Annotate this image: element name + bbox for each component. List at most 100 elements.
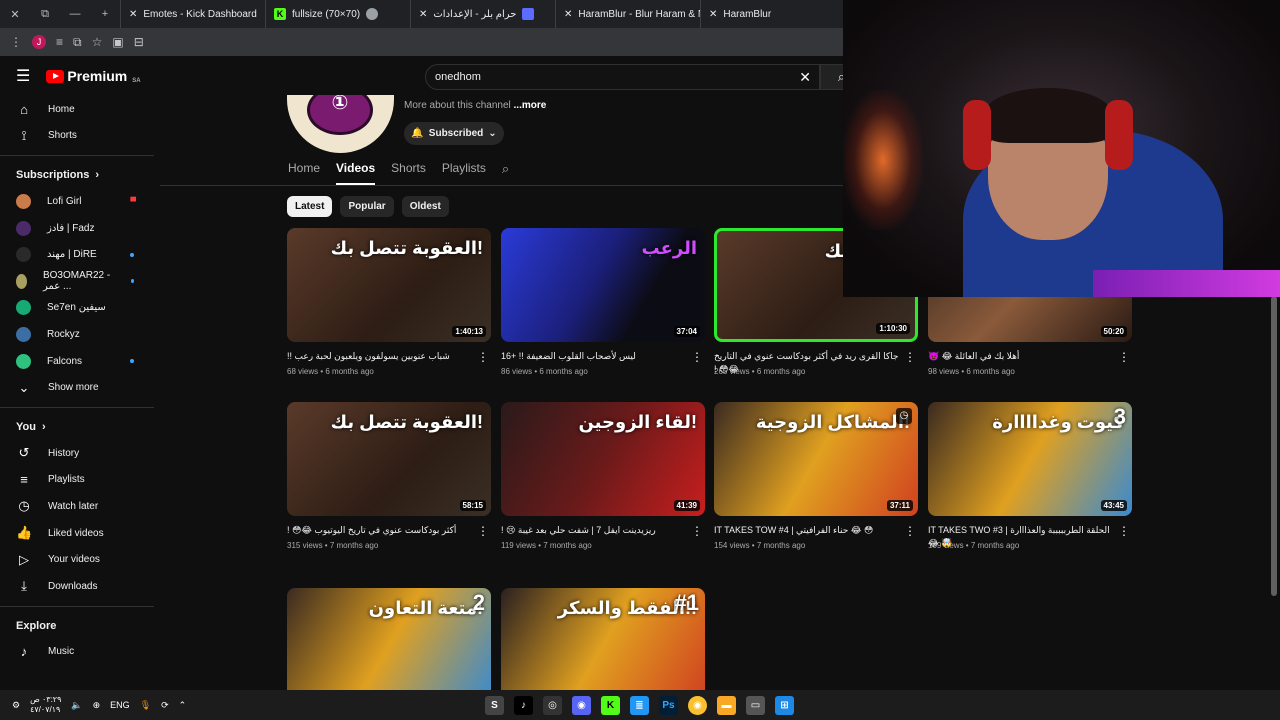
sidebar-item-history[interactable]: ↺ History <box>0 440 160 467</box>
sidebar-item-your-videos[interactable]: ▷ Your videos <box>0 546 160 573</box>
language-indicator[interactable]: ENG <box>110 700 130 710</box>
more-actions-icon[interactable]: ⋮ <box>904 524 916 538</box>
video-card[interactable]: لقاء الزوجين! 41:39 ريزيدينت ايفل 7 | شفت … <box>501 402 705 550</box>
more-actions-icon[interactable]: ⋮ <box>477 350 489 364</box>
video-card[interactable]: المشاكل الزوجية! 37:11 ◷ IT TAKES TOW #4 | … <box>714 402 918 550</box>
app-s-icon[interactable]: S <box>485 695 504 715</box>
tab-search-icon[interactable]: ⧉ <box>30 8 60 21</box>
more-actions-icon[interactable]: ⋮ <box>477 524 489 538</box>
sidebar-item-subscription[interactable]: فادز | Fadz <box>0 215 160 242</box>
sidebar-item-subscription[interactable]: BO3OMAR22 - عمر ... <box>0 268 160 295</box>
video-title[interactable]: شباب عنوبين يسولفون ويلعبون لحبة رعب !! <box>287 350 491 376</box>
sidebar-item-subscription[interactable]: مهند | DiRE <box>0 241 160 268</box>
notes-icon[interactable]: ≣ <box>630 695 649 715</box>
screenshot-icon[interactable]: ▣ <box>112 35 123 49</box>
video-title[interactable]: ليس لأصحاب القلوب الضعيفة !! +16 <box>501 350 705 376</box>
browser-tab[interactable]: K fullsize (70×70) <box>265 0 410 28</box>
subscribed-button[interactable]: 🔔 Subscribed ⌄ <box>404 122 504 145</box>
video-card[interactable]: الرعب 37:04 ليس لأصحاب القلوب الضعيفة !! +… <box>501 228 705 376</box>
video-title[interactable]: أكثر بودكاست عنوي في تاريخ اليوتيوب 😂😳 ! <box>287 524 491 550</box>
video-thumbnail[interactable]: كيوت وغداااارة 43:45 3 <box>928 402 1132 516</box>
browser-tab[interactable]: ✕ HaramBlur - Blur Haram & NSF <box>555 0 700 28</box>
kick-icon[interactable]: K <box>601 695 620 715</box>
reader-icon[interactable]: ≡ <box>56 35 63 49</box>
video-thumbnail[interactable]: الفقط والسكر!! #1 <box>501 588 705 690</box>
minimize-icon[interactable]: — <box>60 8 90 20</box>
tab-shorts[interactable]: Shorts <box>391 161 426 185</box>
close-tab-icon[interactable]: ✕ <box>709 9 717 20</box>
video-thumbnail[interactable]: العقوبة تتصل بك! 1:40:13 <box>287 228 491 342</box>
star-icon[interactable]: ☆ <box>92 35 103 49</box>
sidebar-item-shorts[interactable]: ⟟ Shorts <box>0 123 160 150</box>
channel-avatar[interactable]: ① <box>287 95 394 153</box>
sidebar-item-music[interactable]: ♪ Music <box>0 639 160 666</box>
tab-playlists[interactable]: Playlists <box>442 161 486 185</box>
video-card[interactable]: متعة التعاون!2 • ⋮ <box>287 588 491 690</box>
tray-chevron-icon[interactable]: ⌃ <box>179 700 187 711</box>
video-thumbnail[interactable]: لقاء الزوجين! 41:39 <box>501 402 705 516</box>
browser-tab[interactable]: ✕ حرام بلر - الإعدادات <box>410 0 555 28</box>
youtube-logo[interactable]: Premium SA <box>46 68 141 84</box>
chip-oldest[interactable]: Oldest <box>401 196 449 217</box>
video-thumbnail[interactable]: متعة التعاون! 2 <box>287 588 491 690</box>
video-title[interactable]: أهلا بك في العائلة 😂 👿 <box>928 350 1132 376</box>
sidebar-item-liked[interactable]: 👍 Liked videos <box>0 520 160 547</box>
video-title[interactable]: ريزيدينت ايفل 7 | شفت حلي بعد غيبة 😢 ! <box>501 524 705 550</box>
chip-latest[interactable]: Latest <box>287 196 333 217</box>
video-thumbnail[interactable]: الرعب 37:04 <box>501 228 705 342</box>
search-input[interactable]: onedhom ✕ <box>425 64 820 90</box>
video-card[interactable]: العقوبة تتصل بك! 1:40:13 شباب عنوبين يسولف… <box>287 228 491 376</box>
show-more-button[interactable]: ⌄ Show more <box>0 374 160 401</box>
chrome-icon[interactable]: ◉ <box>688 695 707 715</box>
clear-search-icon[interactable]: ✕ <box>799 65 811 89</box>
watch-later-icon[interactable]: ◷ <box>896 408 912 424</box>
more-actions-icon[interactable]: ⋮ <box>691 350 703 364</box>
close-tab-icon[interactable]: ✕ <box>564 9 572 20</box>
tab-home[interactable]: Home <box>288 161 320 185</box>
extensions-icon[interactable]: ⧉ <box>73 35 82 50</box>
more-link[interactable]: ...more <box>514 100 547 111</box>
video-card[interactable]: العقوبة تتصل بك! 58:15 أكثر بودكاست عنوي ف… <box>287 402 491 550</box>
sidebar-item-subscription[interactable]: Lofi Girl ▀ <box>0 188 160 215</box>
tab-videos[interactable]: Videos <box>336 161 376 185</box>
close-tab-icon[interactable]: ✕ <box>419 9 427 20</box>
photoshop-icon[interactable]: Ps <box>659 695 678 715</box>
video-thumbnail[interactable]: المشاكل الزوجية! 37:11 ◷ <box>714 402 918 516</box>
network-icon[interactable]: ⊕ <box>93 700 101 711</box>
more-actions-icon[interactable]: ⋮ <box>1118 350 1130 364</box>
menu-icon[interactable]: ⋮ <box>10 35 22 49</box>
video-title[interactable]: IT TAKES TWO #3 | الحلقة الطربببببة والع… <box>928 524 1132 550</box>
discord-icon[interactable]: ◉ <box>572 695 591 715</box>
hamburger-icon[interactable]: ☰ <box>16 66 30 86</box>
sidebar-item-home[interactable]: ⌂ Home <box>0 96 160 123</box>
volume-icon[interactable]: 🔈 <box>71 700 82 711</box>
microphone-icon[interactable]: 🎙 <box>140 700 151 711</box>
sync-icon[interactable]: ⟳ <box>161 700 169 711</box>
chip-popular[interactable]: Popular <box>340 196 394 217</box>
scrollbar-thumb[interactable] <box>1271 296 1277 596</box>
sidebar-item-subscription[interactable]: Se7en سيفين <box>0 295 160 322</box>
obs-icon[interactable]: ◎ <box>543 695 562 715</box>
close-tab-icon[interactable]: ✕ <box>129 9 137 20</box>
browser-tab[interactable]: ✕ HaramBlur <box>700 0 845 28</box>
close-window-icon[interactable]: ✕ <box>0 8 30 21</box>
sidebar-item-watch-later[interactable]: ◷ Watch later <box>0 493 160 520</box>
avatar[interactable]: J <box>32 35 46 49</box>
tiktok-icon[interactable]: ♪ <box>514 695 533 715</box>
video-card[interactable]: كيوت وغداااارة 43:45 3 IT TAKES TWO #3 | ال… <box>928 402 1132 550</box>
more-actions-icon[interactable]: ⋮ <box>1118 524 1130 538</box>
sidebar-item-downloads[interactable]: ⤓ Downloads <box>0 573 160 600</box>
browser-tab[interactable]: ✕ Emotes - Kick Dashboard <box>120 0 265 28</box>
settings-icon[interactable]: ⚙ <box>12 700 20 711</box>
video-card[interactable]: الفقط والسكر!!#1 • ⋮ <box>501 588 705 690</box>
window-icon[interactable]: ▭ <box>746 695 765 715</box>
new-tab-icon[interactable]: + <box>90 8 120 20</box>
video-thumbnail[interactable]: العقوبة تتصل بك! 58:15 <box>287 402 491 516</box>
subscriptions-header[interactable]: Subscriptions › <box>0 162 160 188</box>
sidebar-item-subscription[interactable]: Rockyz <box>0 321 160 348</box>
clock[interactable]: ٠٣:٢٩ ص ٤٧/٠٧/١٩ <box>30 695 61 715</box>
video-title[interactable]: جاكا القرى ريد في أكثر بودكاست عنوي في ا… <box>714 350 918 376</box>
channel-about[interactable]: More about this channel ...more <box>404 100 546 111</box>
windows-start-icon[interactable]: ⊞ <box>775 695 794 715</box>
install-icon[interactable]: ⊟ <box>134 35 144 49</box>
